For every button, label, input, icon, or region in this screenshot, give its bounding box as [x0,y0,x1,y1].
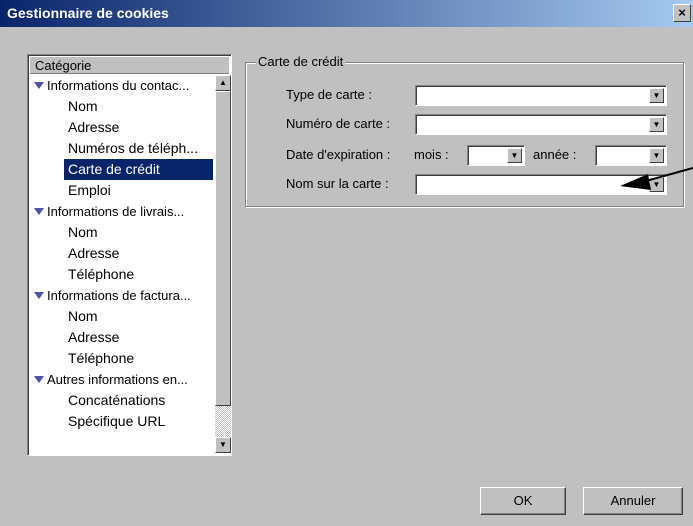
tree-item-label: Autres informations en... [47,372,188,387]
card-number-label: Numéro de carte : [286,116,391,131]
tree-item-label: Numéros de téléph... [68,140,198,156]
scroll-down-button[interactable]: ▼ [215,437,231,453]
tree-category[interactable]: Informations de factura... [30,285,214,306]
tree-item[interactable]: Nom [30,222,214,243]
ok-button[interactable]: OK [480,487,566,515]
tree-item-label: Nom [68,308,98,324]
tree-item[interactable]: Adresse [30,327,214,348]
tree-item[interactable]: Carte de crédit [64,159,213,180]
name-on-card-label: Nom sur la carte : [286,176,389,191]
chevron-down-icon[interactable]: ▼ [649,117,664,132]
category-header[interactable]: Catégorie [30,57,229,74]
year-select[interactable]: ▼ [595,145,667,166]
chevron-down-icon[interactable]: ▼ [649,148,664,163]
tree-item-label: Carte de crédit [68,161,160,177]
month-label: mois : [414,147,449,162]
tree-item[interactable]: Nom [30,306,214,327]
title-bar: Gestionnaire de cookies × [0,0,693,27]
tree-item[interactable]: Téléphone [30,264,214,285]
tree-item-label: Nom [68,98,98,114]
tree-category[interactable]: Informations de livrais... [30,201,214,222]
tree-item-label: Téléphone [68,266,135,282]
tree-item[interactable]: Concaténations [30,390,214,411]
expand-triangle-icon[interactable] [34,82,44,89]
tree-item-label: Adresse [68,329,120,345]
tree-scrollbar[interactable]: ▲ ▼ [215,75,231,453]
tree-item-label: Téléphone [68,350,135,366]
chevron-down-icon[interactable]: ▼ [649,177,664,192]
tree-item-label: Emploi [68,182,111,198]
tree-item-label: Adresse [68,119,120,135]
name-on-card-select[interactable]: ▼ [415,174,667,195]
chevron-down-icon[interactable]: ▼ [507,148,522,163]
tree-item[interactable]: Téléphone [30,348,214,369]
tree-item[interactable]: Adresse [30,117,214,138]
tree-item-label: Adresse [68,245,120,261]
cancel-button[interactable]: Annuler [583,487,683,515]
close-icon: × [678,5,686,20]
chevron-down-icon[interactable]: ▼ [649,88,664,103]
scroll-thumb[interactable] [215,91,231,406]
tree-item-label: Spécifique URL [68,413,166,429]
tree-item-label: Informations de factura... [47,288,191,303]
tree-item-label: Concaténations [68,392,166,408]
tree-item[interactable]: Emploi [30,180,214,201]
window-title: Gestionnaire de cookies [7,5,169,21]
expand-triangle-icon[interactable] [34,292,44,299]
category-list: Informations du contac... Nom Adresse Numér… [30,75,214,432]
scroll-up-button[interactable]: ▲ [215,75,231,91]
tree-item-label: Nom [68,224,98,240]
card-number-select[interactable]: ▼ [415,114,667,135]
expand-triangle-icon[interactable] [34,376,44,383]
tree-item[interactable]: Spécifique URL [30,411,214,432]
credit-card-group: Carte de crédit Type de carte : ▼ Numéro… [245,54,684,207]
tree-item[interactable]: Adresse [30,243,214,264]
year-label: année : [533,147,577,162]
card-type-select[interactable]: ▼ [415,85,667,106]
tree-item[interactable]: Nom [30,96,214,117]
card-type-label: Type de carte : [286,87,372,102]
tree-category[interactable]: Informations du contac... [30,75,214,96]
tree-item[interactable]: Numéros de téléph... [30,138,214,159]
category-tree[interactable]: Catégorie Informations du contac... Nom Ad… [27,54,232,456]
close-button[interactable]: × [673,4,691,22]
expiry-label: Date d'expiration : [286,147,391,162]
tree-category[interactable]: Autres informations en... [30,369,214,390]
month-select[interactable]: ▼ [467,145,525,166]
expand-triangle-icon[interactable] [34,208,44,215]
group-title: Carte de crédit [256,54,346,69]
tree-item-label: Informations de livrais... [47,204,185,219]
tree-item-label: Informations du contac... [47,78,190,93]
